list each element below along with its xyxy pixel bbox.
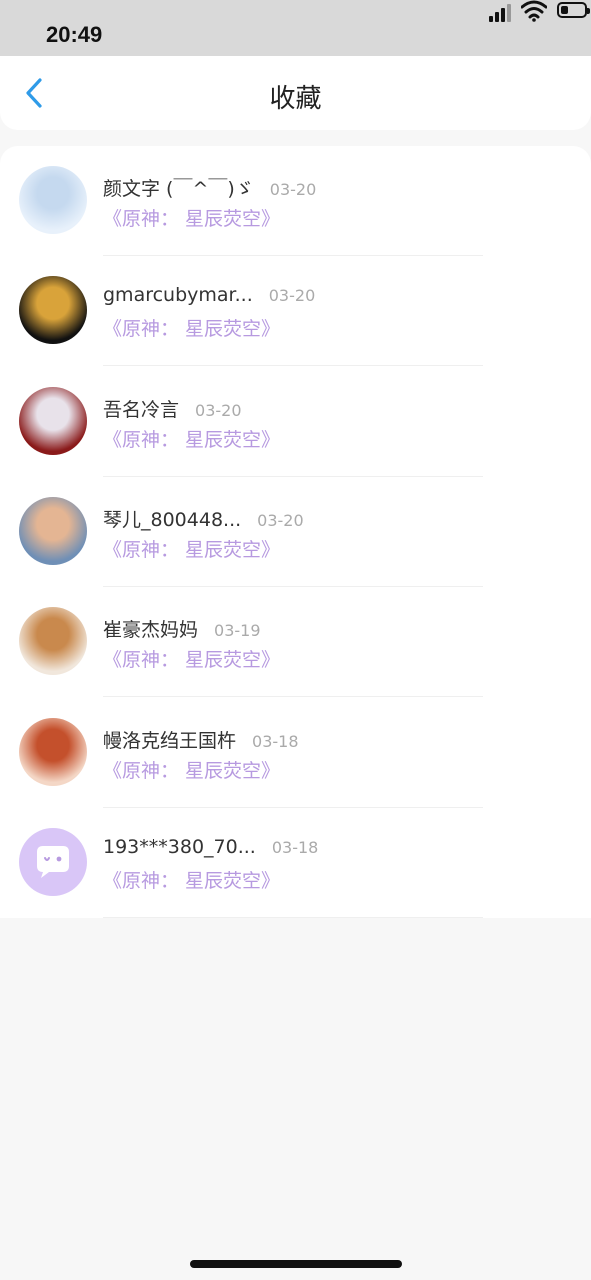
- date-label: 03-18: [252, 731, 299, 751]
- battery-level: [561, 6, 568, 14]
- home-indicator[interactable]: [190, 1260, 402, 1268]
- username: 193***380_70... 03-18: [103, 836, 318, 858]
- list-item[interactable]: 颜文字 (￣^￣)ゞ 03-20 《原神： 星辰荧空》: [0, 146, 591, 256]
- date-label: 03-18: [271, 837, 319, 857]
- list-item[interactable]: 193***380_70... 03-18 《原神： 星辰荧空》: [0, 808, 591, 918]
- work-title-link[interactable]: 《原神： 星辰荧空》: [103, 425, 280, 452]
- battery-icon: [557, 2, 590, 18]
- date-label: 03-20: [195, 400, 242, 420]
- list-item[interactable]: gmarcubymar... 03-20 《原神： 星辰荧空》: [0, 256, 591, 367]
- date-label: 03-20: [268, 286, 316, 306]
- avatar[interactable]: [19, 717, 87, 786]
- work-title-link[interactable]: 《原神： 星辰荧空》: [103, 314, 280, 341]
- avatar[interactable]: [19, 607, 87, 676]
- avatar[interactable]: [19, 827, 87, 896]
- avatar[interactable]: [19, 386, 87, 455]
- username-text: 193***380_70...: [103, 835, 256, 858]
- username: 崔豪杰妈妈 03-19: [103, 615, 261, 642]
- username: gmarcubymar... 03-20: [103, 284, 315, 306]
- work-title-link[interactable]: 《原神： 星辰荧空》: [103, 535, 280, 562]
- chat-bubble-icon: [37, 845, 69, 878]
- username: 琴儿_800448... 03-20: [103, 505, 304, 532]
- navigation-bar: 收藏: [0, 56, 591, 130]
- list-item[interactable]: 吾名冷言 03-20 《原神： 星辰荧空》: [0, 367, 591, 477]
- list-item[interactable]: 崔豪杰妈妈 03-19 《原神： 星辰荧空》: [0, 587, 591, 698]
- list-item[interactable]: 琴儿_800448... 03-20 《原神： 星辰荧空》: [0, 477, 591, 587]
- username-text: 吾名冷言: [103, 398, 180, 421]
- status-time: 20:49: [46, 22, 103, 47]
- list-item[interactable]: 幔洛克绉王国杵 03-18 《原神： 星辰荧空》: [0, 698, 591, 808]
- wifi-icon: [521, 0, 547, 22]
- work-title-link[interactable]: 《原神： 星辰荧空》: [103, 204, 280, 231]
- work-title-link[interactable]: 《原神： 星辰荧空》: [103, 645, 280, 672]
- username-text: 崔豪杰妈妈: [103, 619, 199, 642]
- username-text: 幔洛克绉王国杵: [103, 729, 237, 752]
- work-title-link[interactable]: 《原神： 星辰荧空》: [103, 756, 280, 783]
- username: 幔洛克绉王国杵 03-18: [103, 726, 299, 753]
- username-text: 琴儿_800448...: [103, 508, 242, 531]
- date-label: 03-19: [214, 621, 261, 641]
- avatar[interactable]: [19, 166, 87, 234]
- username-text: gmarcubymar...: [103, 284, 253, 307]
- avatar[interactable]: [19, 496, 87, 565]
- date-label: 03-20: [269, 180, 317, 199]
- avatar[interactable]: [19, 276, 87, 345]
- date-label: 03-20: [257, 510, 304, 530]
- signal-icon: [489, 2, 515, 22]
- username-text: 颜文字 (￣^￣)ゞ: [103, 178, 254, 200]
- page-title: 收藏: [269, 84, 322, 114]
- divider: [103, 916, 483, 918]
- favorites-list: 颜文字 (￣^￣)ゞ 03-20 《原神： 星辰荧空》 gmarcubymar... 0…: [0, 146, 591, 918]
- work-title-link[interactable]: 《原神： 星辰荧空》: [103, 866, 280, 893]
- username: 颜文字 (￣^￣)ゞ 03-20: [103, 174, 316, 201]
- status-bar: 20:49: [0, 0, 591, 56]
- username: 吾名冷言 03-20: [103, 395, 242, 422]
